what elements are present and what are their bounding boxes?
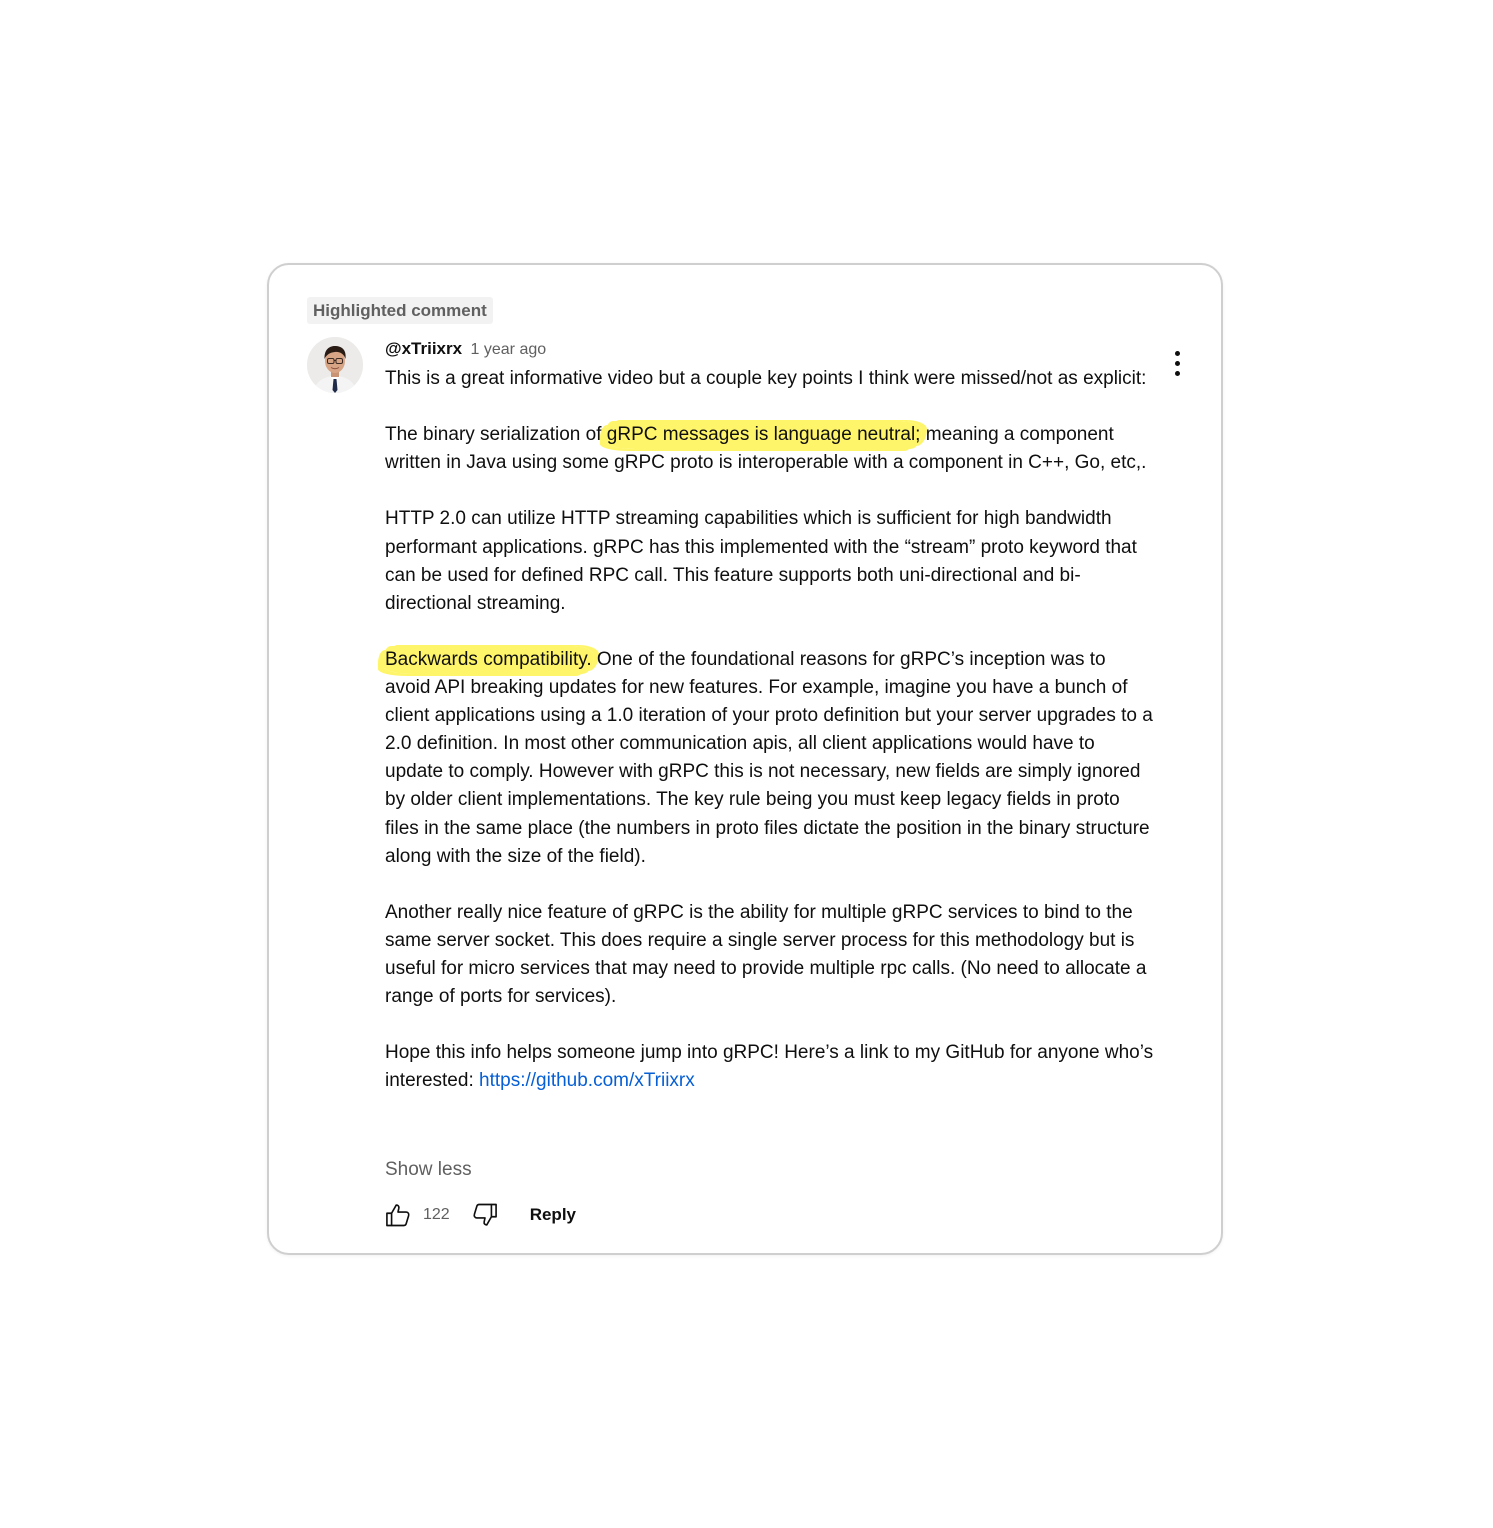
comment-paragraph-1: This is a great informative video but a … xyxy=(385,368,1147,389)
github-link[interactable]: https://github.com/xTriixrx xyxy=(479,1070,695,1091)
comment-paragraph-3: HTTP 2.0 can utilize HTTP streaming capa… xyxy=(385,508,1137,614)
comment-paragraph-5: Another really nice feature of gRPC is t… xyxy=(385,901,1147,1008)
author-name[interactable]: @xTriixrx xyxy=(385,339,462,358)
highlighted-text: Backwards compatibility. xyxy=(383,645,594,674)
paragraph-text: The binary serialization of xyxy=(385,424,607,446)
reply-button[interactable]: Reply xyxy=(530,1205,576,1225)
like-count: 122 xyxy=(423,1206,450,1223)
comment-paragraph-6: Hope this info helps someone jump into g… xyxy=(385,1039,1155,1095)
comment-paragraph-2: The binary serialization of gRPC message… xyxy=(385,421,1155,477)
highlighted-text: gRPC messages is language neutral; xyxy=(604,421,923,450)
menu-dot xyxy=(1174,370,1180,376)
menu-dot xyxy=(1174,360,1180,366)
comment-body: This is a great informative video but a … xyxy=(383,365,1155,1095)
highlighted-comment-card: Highlighted comment @xTriixrx 1 year ago xyxy=(267,263,1223,1255)
comment-timestamp[interactable]: 1 year ago xyxy=(471,341,547,358)
comment-actions: 122 Reply xyxy=(381,1197,576,1233)
comment-paragraph-4: Backwards compatibility. One of the foun… xyxy=(383,645,1155,871)
comment-header: @xTriixrx 1 year ago xyxy=(385,337,546,361)
more-vertical-icon[interactable] xyxy=(1162,345,1192,381)
thumbs-up-icon[interactable] xyxy=(381,1198,415,1232)
highlighted-comment-badge: Highlighted comment xyxy=(307,297,493,324)
show-less-button[interactable]: Show less xyxy=(385,1158,472,1182)
thumbs-down-icon[interactable] xyxy=(468,1198,502,1232)
menu-dot xyxy=(1174,350,1180,356)
person-avatar-icon[interactable] xyxy=(307,337,363,393)
paragraph-text: One of the foundational reasons for gRPC… xyxy=(385,648,1153,867)
